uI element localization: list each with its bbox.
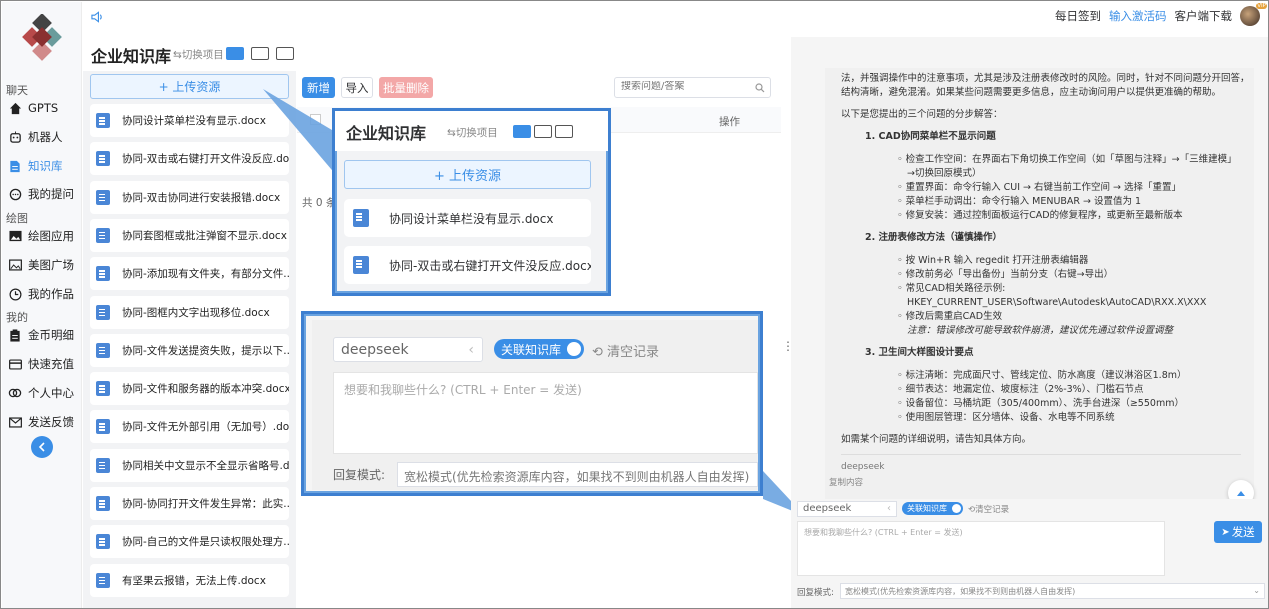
answer-bullet: ◦ 修复安装：通过控制面板运行CAD的修复程序，或更新至最新版本	[897, 210, 1183, 221]
bullet-text: 检查工作空间：在界面右下角切换工作空间（如「草图与注释」→「三维建模」	[905, 154, 1237, 165]
kb-toggle[interactable]: 关联知识库	[902, 502, 963, 515]
chat-input-area: deepseek ‹ 关联知识库 ⟲清空记录 想要和我聊些什么? (CTRL + …	[795, 499, 1268, 608]
message-input[interactable]: 想要和我聊些什么? (CTRL + Enter = 发送)	[797, 521, 1165, 576]
caret-up-icon	[1237, 490, 1245, 496]
clear-label: 清空记录	[975, 505, 1010, 515]
toggle-knob	[567, 342, 581, 356]
magnified-kb-callout: 企业知识库 ⇆切换项目 + 上传资源 协同设计菜单栏没有显示.docx 协同-双…	[332, 108, 611, 296]
answer-bullet: ◦ 按 Win+R 输入 regedit 打开注册表编辑器	[897, 255, 1089, 266]
reply-mode-label: 回复模式:	[797, 588, 834, 598]
reply-mode-label: 回复模式:	[333, 468, 386, 482]
magnified-header: 企业知识库 ⇆切换项目	[335, 111, 608, 151]
answer-text: 如需某个问题的详细说明，请告知具体方向。	[841, 434, 1032, 445]
answer-bullet: ◦ 标注清晰：完成面尺寸、管线定位、防水高度（建议淋浴区1.8m）	[897, 370, 1187, 381]
toggle-label: 关联知识库	[907, 504, 947, 513]
magnified-clear-button[interactable]: ⟲ 清空记录	[592, 341, 659, 360]
answer-model: deepseek	[841, 462, 885, 472]
magnified-switch-project[interactable]: ⇆切换项目	[447, 125, 498, 140]
bullet-text: 重置界面：命令行输入 CUI → 右键当前工作空间 → 选择「重置」	[905, 182, 1182, 193]
bullet-text: 按 Win+R 输入 regedit 打开注册表编辑器	[905, 255, 1089, 266]
answer-bullet: ◦ 细节表达：地漏定位、坡度标注（2%-3%）、门槛石节点	[897, 384, 1144, 395]
bullet-text: 使用图层管理：区分墙体、设备、水电等不同系统	[905, 412, 1115, 423]
magnified-reply-mode-select[interactable]: 宽松模式(优先检索资源库内容，如果找不到则由机器人自由发挥)	[397, 462, 758, 487]
broom-icon: ⟲	[592, 345, 603, 360]
divider	[841, 454, 1241, 455]
bullet-text: 修复安装：通过控制面板运行CAD的修复程序，或更新至最新版本	[905, 210, 1183, 221]
bullet-text: 修改后需重启CAD生效	[905, 311, 1003, 322]
app-window: 聊天 GPTS 机器人 知识库 我的提问 绘图 绘图应用 美图广场 我的作品 我…	[0, 0, 1269, 609]
toggle-label: 关联知识库	[501, 342, 562, 357]
answer-bullet: ◦ 修改前务必「导出备份」当前分支（右键→导出）	[897, 269, 1114, 280]
answer-text: 结构清晰，避免混淆。如果某些问题需要更多信息，应主动询问用户以提供更准确的帮助。	[841, 87, 1222, 98]
magnified-title: 企业知识库	[346, 124, 427, 143]
magnified-message-input[interactable]: 想要和我聊些什么? (CTRL + Enter = 发送)	[333, 372, 758, 454]
answer-bullet: ◦ 菜单栏手动调出：命令行输入 MENUBAR → 设置值为 1	[897, 196, 1142, 207]
word-doc-icon	[353, 209, 369, 227]
word-doc-icon	[353, 256, 369, 274]
reply-mode-value: 宽松模式(优先检索资源库内容，如果找不到则由机器人自由发挥)	[845, 587, 1076, 596]
magnified-input-area: deepseek ‹ 关联知识库 ⟲ 清空记录 想要和我聊些什么? (CTRL +…	[312, 320, 758, 490]
bullet-text: 注意：错误修改可能导致软件崩溃，建议优先通过软件设置调整	[907, 325, 1174, 336]
bullet-text: 细节表达：地漏定位、坡度标注（2%-3%）、门槛石节点	[905, 384, 1144, 395]
send-icon: ➤	[1221, 526, 1230, 538]
model-name: deepseek	[803, 503, 852, 514]
answer-bubble: 法，并强调操作中的注意事项，尤其是涉及注册表修改时的风险。同时，针对不同问题分开…	[825, 68, 1254, 503]
view-two-column-button[interactable]	[534, 125, 552, 138]
chevron-down-icon: ⌄	[1253, 586, 1260, 595]
answer-bullet: ◦ 常见CAD相关路径示例:	[897, 283, 1006, 294]
magnified-file-item[interactable]: 协同-双击或右键打开文件没反应.docx	[344, 246, 591, 284]
clear-label: 清空记录	[607, 345, 660, 360]
answer-bullet: ◦ 重置界面：命令行输入 CUI → 右键当前工作空间 → 选择「重置」	[897, 182, 1182, 193]
toggle-knob	[952, 504, 961, 513]
bullet-text: 菜单栏手动调出：命令行输入 MENUBAR → 设置值为 1	[905, 196, 1142, 207]
copy-content-link[interactable]: 复制内容	[829, 476, 863, 488]
model-name: deepseek	[341, 341, 409, 358]
answer-bullet: ◦ 使用图层管理：区分墙体、设备、水电等不同系统	[897, 412, 1115, 423]
send-label: 发送	[1231, 525, 1255, 539]
answer-text: 法，并强调操作中的注意事项，尤其是涉及注册表修改时的风险。同时，针对不同问题分开…	[841, 73, 1250, 84]
answer-bullet: ◦ 修改后需重启CAD生效	[897, 311, 1003, 322]
answer-heading: 1. CAD协同菜单栏不显示问题	[865, 131, 996, 142]
answer-heading: 2. 注册表修改方法（谨慎操作）	[865, 232, 1003, 243]
bullet-text: 标注清晰：完成面尺寸、管线定位、防水高度（建议淋浴区1.8m）	[905, 370, 1187, 381]
magnified-chat-input-callout: deepseek ‹ 关联知识库 ⟲ 清空记录 想要和我聊些什么? (CTRL +…	[301, 311, 763, 496]
chevron-left-icon: ‹	[468, 341, 474, 358]
bullet-text: 常见CAD相关路径示例:	[905, 283, 1006, 294]
drag-handle[interactable]: ⋮	[782, 339, 794, 353]
chat-panel: ⋮ 法，并强调操作中的注意事项，尤其是涉及注册表修改时的风险。同时，针对不同问题…	[782, 37, 1268, 608]
bullet-text: 设备留位：马桶坑距（305/400mm）、洗手台进深（≥550mm）	[905, 398, 1184, 409]
answer-bullet: ◦ 设备留位：马桶坑距（305/400mm）、洗手台进深（≥550mm）	[897, 398, 1184, 409]
answer-heading: 3. 卫生间大样图设计要点	[865, 347, 974, 358]
magnified-kb-toggle[interactable]: 关联知识库	[494, 339, 584, 359]
chevron-left-icon: ‹	[887, 503, 891, 514]
clear-history-button[interactable]: ⟲清空记录	[968, 503, 1009, 515]
magnified-file-item[interactable]: 协同设计菜单栏没有显示.docx	[344, 199, 591, 237]
view-single-column-button[interactable]	[555, 125, 573, 138]
answer-bullet: ◦ 检查工作空间：在界面右下角切换工作空间（如「草图与注释」→「三维建模」	[897, 154, 1237, 165]
reply-mode-select[interactable]: 宽松模式(优先检索资源库内容，如果找不到则由机器人自由发挥) ⌄	[840, 583, 1265, 599]
answer-text: 以下是您提出的三个问题的分步解答：	[841, 109, 1003, 120]
bullet-text: HKEY_CURRENT_USER\Software\Autodesk\Auto…	[907, 297, 1207, 308]
view-three-column-button[interactable]	[513, 125, 531, 138]
file-name: 协同设计菜单栏没有显示.docx	[389, 211, 554, 226]
magnified-model-select[interactable]: deepseek ‹	[333, 337, 483, 362]
magnified-upload-button[interactable]: + 上传资源	[344, 160, 591, 189]
send-button[interactable]: ➤ 发送	[1214, 521, 1262, 543]
magnified-view-toggle	[510, 124, 573, 138]
bullet-text: →切换回原模式）	[907, 168, 982, 179]
file-name: 协同-双击或右键打开文件没反应.docx	[389, 258, 591, 273]
model-select[interactable]: deepseek ‹	[797, 501, 897, 517]
bullet-text: 修改前务必「导出备份」当前分支（右键→导出）	[905, 269, 1114, 280]
